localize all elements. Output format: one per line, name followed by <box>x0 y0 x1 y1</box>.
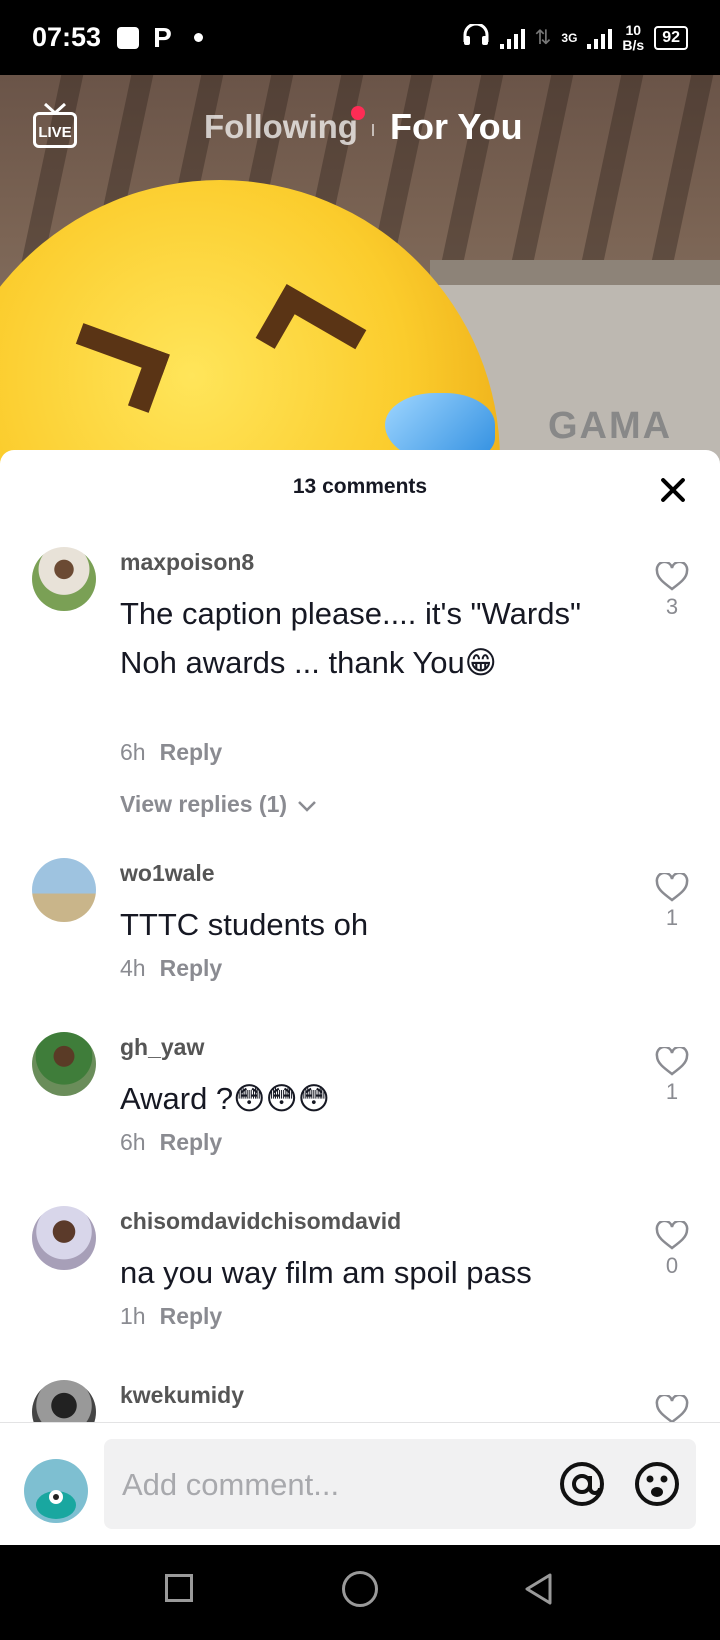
emoji-icon[interactable] <box>634 1461 680 1507</box>
heart-outline-icon <box>655 1395 689 1424</box>
comment-meta: 6h Reply <box>120 1129 222 1156</box>
comment-username[interactable]: gh_yaw <box>120 1034 204 1061</box>
my-avatar <box>24 1459 88 1523</box>
comment-text: TTTC students oh <box>120 907 369 942</box>
comment-text: Award ?😳😳😳 <box>120 1081 331 1116</box>
battery-level: 92 <box>654 25 688 50</box>
comment-text: na you way film am spoil pass <box>120 1255 532 1290</box>
reply-button[interactable]: Reply <box>160 1129 223 1155</box>
like-count: 3 <box>665 594 679 619</box>
notification-square-icon <box>117 26 140 49</box>
new-content-dot <box>351 106 365 120</box>
comment-time: 6h <box>120 1129 146 1155</box>
signal-1-icon <box>499 27 525 49</box>
comment-text: The caption please.... it's "Wards" Noh … <box>120 596 581 680</box>
comment-meta: 4h Reply <box>120 955 222 982</box>
home-button[interactable] <box>342 1571 378 1607</box>
avatar[interactable] <box>32 1206 96 1270</box>
comment-time: 1h <box>120 1303 146 1329</box>
recents-button[interactable] <box>165 1574 193 1602</box>
comments-count-title: 13 comments <box>292 475 428 498</box>
comments-sheet: 13 comments maxpoison8 The caption pleas… <box>0 450 720 1545</box>
status-bar: 07:53 P ⇅ 3G 10 B/s 92 <box>0 0 720 75</box>
comment-username[interactable]: chisomdavidchisomdavid <box>120 1208 401 1235</box>
monster-avatar-icon <box>36 1490 76 1519</box>
network-type-label: 3G <box>561 30 578 45</box>
comment-time: 6h <box>120 739 146 765</box>
view-replies-label: View replies (1) <box>120 791 288 817</box>
like-count: 1 <box>665 905 679 930</box>
heart-outline-icon <box>655 1221 689 1250</box>
net-speed-value: 10 <box>625 21 642 38</box>
status-right-group: ⇅ 3G 10 B/s 92 <box>462 21 688 53</box>
status-time: 07:53 <box>32 22 102 52</box>
chevron-down-icon <box>298 801 317 812</box>
data-arrows-icon: ⇅ <box>534 27 552 49</box>
headphones-icon <box>462 22 490 51</box>
comment-composer <box>0 1423 720 1545</box>
tab-following[interactable]: Following <box>204 108 358 146</box>
comment-meta: 6h Reply <box>120 739 222 766</box>
like-button[interactable]: 1 <box>652 873 692 931</box>
comment-input[interactable] <box>120 1459 504 1511</box>
sign-text: GAMA <box>548 405 673 447</box>
tab-for-you[interactable]: For You <box>390 106 523 148</box>
comment-username[interactable]: maxpoison8 <box>120 549 254 576</box>
avatar[interactable] <box>32 1032 96 1096</box>
like-button[interactable]: 3 <box>652 562 692 620</box>
avatar[interactable] <box>32 547 96 611</box>
more-notifications-dot-icon <box>193 33 203 42</box>
reply-button[interactable]: Reply <box>160 955 223 981</box>
heart-outline-icon <box>655 873 689 902</box>
avatar[interactable] <box>32 858 96 922</box>
like-count: 1 <box>665 1079 679 1104</box>
net-speed: 10 B/s <box>622 21 645 53</box>
comment-username[interactable]: wo1wale <box>120 860 215 887</box>
comment-meta: 1h Reply <box>120 1303 222 1330</box>
reply-button[interactable]: Reply <box>160 1303 223 1329</box>
like-count: 0 <box>665 1253 679 1278</box>
view-replies-button[interactable]: View replies (1) <box>120 791 317 818</box>
comment-input-box[interactable] <box>104 1439 696 1529</box>
live-button[interactable]: LIVE <box>33 112 77 148</box>
heart-outline-icon <box>655 1047 689 1076</box>
tab-separator <box>372 124 374 136</box>
video-player[interactable]: GAMA <box>0 75 720 465</box>
back-button[interactable] <box>522 1572 556 1606</box>
notification-p-icon: P <box>153 21 172 53</box>
like-button[interactable]: 0 <box>652 1221 692 1279</box>
close-icon[interactable] <box>655 472 691 508</box>
net-speed-unit: B/s <box>622 36 645 53</box>
comment-time: 4h <box>120 955 146 981</box>
comment-username[interactable]: kwekumidy <box>120 1382 244 1409</box>
system-nav-bar <box>0 1545 720 1640</box>
reply-button[interactable]: Reply <box>160 739 223 765</box>
like-button[interactable]: 1 <box>652 1047 692 1105</box>
at-icon[interactable] <box>559 1461 605 1507</box>
signal-2-icon <box>587 27 613 49</box>
heart-outline-icon <box>655 562 689 591</box>
like-button[interactable] <box>652 1395 692 1425</box>
